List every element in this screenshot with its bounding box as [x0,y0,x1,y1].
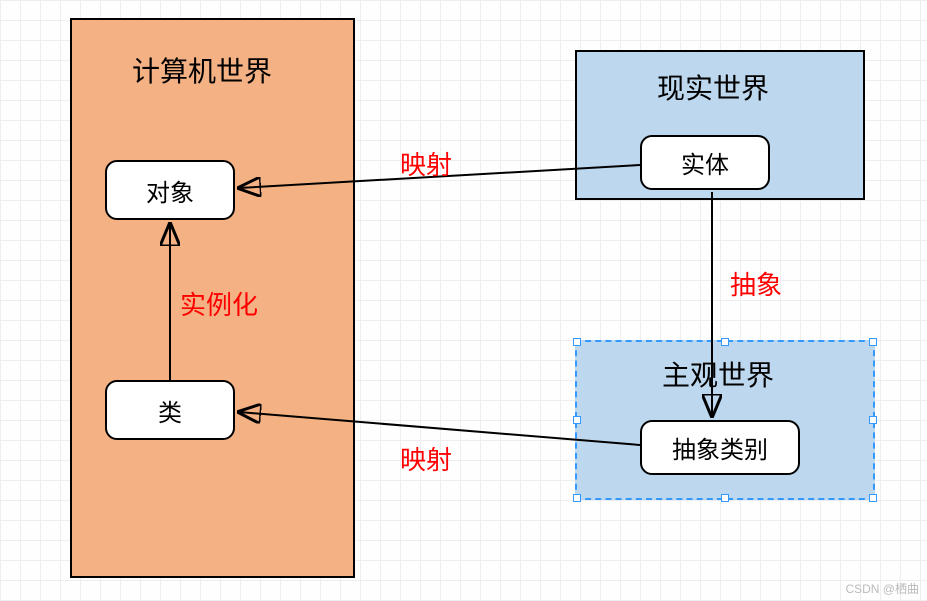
resize-handle-icon[interactable] [573,338,581,346]
resize-handle-icon[interactable] [869,416,877,424]
resize-handle-icon[interactable] [721,494,729,502]
instantiate-label: 实例化 [180,285,258,322]
subjective-world-title: 主观世界 [662,354,774,394]
computer-world-title: 计算机世界 [132,50,272,90]
abstract-category-node: 抽象类别 [640,420,800,475]
real-world-title: 现实世界 [657,67,769,107]
abstract-label: 抽象 [730,265,782,302]
entity-node-label: 实体 [681,145,729,180]
resize-handle-icon[interactable] [869,494,877,502]
resize-handle-icon[interactable] [573,494,581,502]
resize-handle-icon[interactable] [869,338,877,346]
resize-handle-icon[interactable] [573,416,581,424]
map2-label: 映射 [400,440,452,477]
resize-handle-icon[interactable] [721,338,729,346]
entity-node: 实体 [640,135,770,190]
abstract-category-node-label: 抽象类别 [672,430,768,465]
class-node-label: 类 [158,393,182,428]
class-node: 类 [105,380,235,440]
map1-label: 映射 [400,145,452,182]
object-node-label: 对象 [146,173,194,208]
object-node: 对象 [105,160,235,220]
watermark: CSDN @栖曲 [845,580,919,597]
